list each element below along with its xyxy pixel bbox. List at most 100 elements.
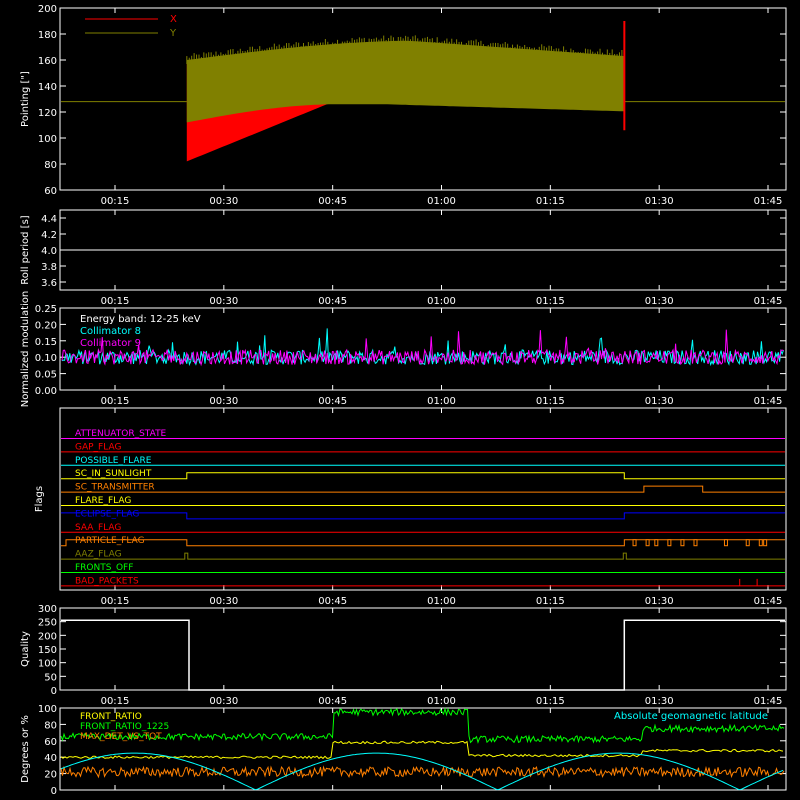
panel-ratio: 0 20 40 60 80 100 Degrees or % FRONT_RATIOFRONT… <box>20 704 787 797</box>
legend-label-front-ratio: FRONT_RATIO <box>80 712 142 722</box>
y-axis-label: Flags <box>34 486 45 512</box>
max-det-vs-tot-series <box>60 765 785 779</box>
panel-flags: 00:15 00:30 00:45 01:00 01:15 01:30 01:45 Flags… <box>34 407 787 607</box>
flag-label-bad-packets: BAD_PACKETS <box>75 576 139 586</box>
particle-flag-pulse <box>745 539 750 547</box>
telemetry-figure: 00:15 00:30 00:45 01:00 01:15 01:30 01:45 60 80 1… <box>20 4 787 797</box>
x-tick-label: 01:30 <box>645 396 674 407</box>
x-tick-label: 00:45 <box>318 396 347 407</box>
energy-band-annotation: Energy band: 12-25 keV <box>80 314 201 325</box>
panel-roll: 00:15 00:30 00:45 01:00 01:15 01:30 01:45 3.6 3.… <box>20 209 787 307</box>
y-axis-label: Pointing ["] <box>20 71 31 127</box>
x-tick-label: 01:45 <box>754 396 783 407</box>
y-tick-label: 100 <box>38 134 57 145</box>
x-tick-label: 01:45 <box>754 696 783 707</box>
x-tick-label: 01:15 <box>536 596 565 607</box>
x-tick-label: 00:45 <box>318 596 347 607</box>
flag-label-fronts-off: FRONTS_OFF <box>75 563 133 573</box>
y-axis-label: Degrees or % <box>20 715 31 783</box>
x-tick-label: 00:30 <box>209 196 238 207</box>
flag-label-eclipse-flag: ECLIPSE_FLAG <box>75 509 139 519</box>
y-tick-label: 0 <box>51 786 57 797</box>
y-tick-label: 60 <box>44 186 57 197</box>
particle-flag-pulse <box>680 539 685 547</box>
x-tick-label: 00:15 <box>101 296 130 307</box>
y-tick-label: 200 <box>38 631 57 642</box>
x-tick-label: 01:45 <box>754 196 783 207</box>
y-tick-label: 0.10 <box>35 353 57 364</box>
x-tick-label: 01:15 <box>536 196 565 207</box>
x-tick-label: 00:30 <box>209 596 238 607</box>
y-tick-label: 0.25 <box>35 304 57 315</box>
y-tick-label: 0 <box>51 686 57 697</box>
x-tick-label: 00:30 <box>209 696 238 707</box>
x-tick-label: 00:15 <box>101 196 130 207</box>
x-tick-label: 01:00 <box>427 696 456 707</box>
x-tick-label: 00:15 <box>101 596 130 607</box>
y-tick-label: 40 <box>44 753 57 764</box>
flag-label-attenuator-state: ATTENUATOR_STATE <box>75 429 167 439</box>
y-tick-label: 100 <box>38 659 57 670</box>
flag-label-possible-flare: POSSIBLE_FLARE <box>75 456 152 466</box>
x-tick-label: 00:30 <box>209 296 238 307</box>
flag-label-flare-flag: FLARE_FLAG <box>75 496 131 506</box>
y-tick-label: 100 <box>38 704 57 715</box>
flag-trace-sc-in-sunlight <box>61 472 785 480</box>
legend-label-y: Y <box>169 28 177 39</box>
y-axis-label: Roll period [s] <box>20 215 31 284</box>
x-tick-label: 00:15 <box>101 396 130 407</box>
flag-trace-eclipse-flag <box>61 512 785 520</box>
legend-label-max-det-vs-tot: MAX_DET_VS_TOT <box>80 732 162 742</box>
x-tick-label: 01:45 <box>754 596 783 607</box>
y-tick-label: 3.8 <box>41 262 57 273</box>
particle-flag-pulse <box>723 539 728 547</box>
panel-pointing: 00:15 00:30 00:45 01:00 01:15 01:30 01:45 60 80 1… <box>20 4 787 207</box>
particle-flag-pulse <box>632 539 637 547</box>
y-tick-label: 180 <box>38 30 57 41</box>
flag-trace-sc-transmitter <box>61 485 785 493</box>
particle-flag-pulse <box>645 539 650 547</box>
y-tick-label: 20 <box>44 770 57 781</box>
y-tick-label: 3.6 <box>41 278 57 289</box>
y-tick-label: 0.15 <box>35 337 57 348</box>
y-axis-label: Normalized modulation <box>20 291 31 408</box>
y-tick-label: 60 <box>44 737 57 748</box>
x-tick-label: 01:00 <box>427 596 456 607</box>
x-tick-label: 01:15 <box>536 696 565 707</box>
flag-trace-particle <box>61 539 785 547</box>
y-tick-label: 140 <box>38 82 57 93</box>
x-tick-label: 01:00 <box>427 296 456 307</box>
flag-label-saa-flag: SAA_FLAG <box>75 523 121 533</box>
y-tick-label: 200 <box>38 4 57 15</box>
y-tick-label: 4.2 <box>41 230 57 241</box>
panel-modulation: 00:15 00:30 00:45 01:00 01:15 01:30 01:45 0.00 0… <box>20 291 787 408</box>
x-tick-label: 01:15 <box>536 296 565 307</box>
y-tick-label: 250 <box>38 618 57 629</box>
flag-label-sc-in-sunlight: SC_IN_SUNLIGHT <box>75 469 152 479</box>
particle-flag-pulse <box>693 539 698 547</box>
y-tick-label: 300 <box>38 604 57 615</box>
x-tick-label: 01:15 <box>536 396 565 407</box>
plot-frame <box>59 407 787 591</box>
legend-label-collimator-8: Collimator 8 <box>80 326 141 337</box>
y-tick-label: 160 <box>38 56 57 67</box>
particle-flag-pulse <box>654 539 659 547</box>
flag-label-aaz-flag: AAZ_FLAG <box>75 550 122 560</box>
x-tick-label: 01:00 <box>427 196 456 207</box>
y-tick-label: 50 <box>44 672 57 683</box>
y-tick-label: 0.05 <box>35 370 57 381</box>
particle-flag-pulse <box>667 539 672 547</box>
y-tick-label: 4.4 <box>41 214 57 225</box>
particle-flag-pulse <box>758 539 763 547</box>
x-tick-label: 00:45 <box>318 296 347 307</box>
front-ratio-series <box>60 740 784 760</box>
x-tick-label: 01:30 <box>645 696 674 707</box>
y-tick-label: 4.0 <box>41 246 57 257</box>
x-tick-label: 01:30 <box>645 196 674 207</box>
modulation-series-9 <box>61 329 784 367</box>
flag-label-sc-transmitter: SC_TRANSMITTER <box>75 483 155 493</box>
x-tick-label: 01:45 <box>754 296 783 307</box>
quality-line <box>61 619 785 691</box>
y-tick-label: 80 <box>44 160 57 171</box>
particle-flag-pulse <box>763 539 768 547</box>
